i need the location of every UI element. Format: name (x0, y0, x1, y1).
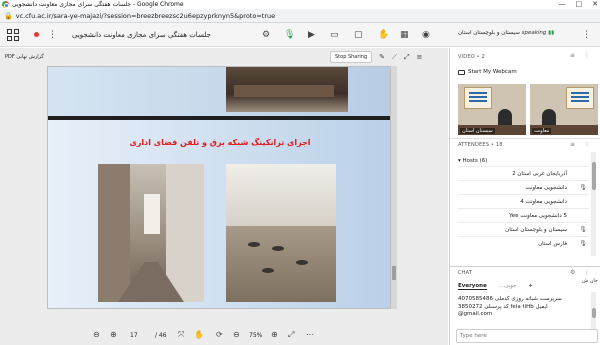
presentation-bottom-bar: ⊖ ⊕ 17 / 46 ⤧ ✋ ⟳ ⊖ 75% ⊕ ⤢ ⋯ (0, 325, 448, 345)
mic-icon: 🎙 (579, 240, 587, 247)
speaking-name: سیستان و بلوچستان استان (458, 30, 520, 36)
attendees-title: ATTENDEES • 18 (458, 142, 503, 148)
attendee-name: 5 دانشجویی معاونت Yee (509, 213, 567, 219)
chat-menu-icon[interactable]: ⋮ (584, 269, 590, 276)
window-controls: — □ ✕ (559, 0, 599, 9)
right-panel: VIDEO • 2 ≡ ⋮ Start My Webcam سیستان است… (449, 48, 600, 345)
attendee-row[interactable]: 5 دانشجویی معاونت Yee (458, 208, 589, 222)
hosts-group-label[interactable]: ▾ Hosts (6) (458, 158, 487, 164)
video-feed[interactable]: معاونت (530, 84, 598, 135)
chat-input[interactable] (456, 329, 598, 343)
pen-icon[interactable]: ✎ (379, 53, 385, 61)
chat-title: CHAT (458, 270, 473, 276)
screen-icon[interactable]: ▢ (354, 29, 363, 41)
person-icon[interactable]: ◉ (422, 29, 430, 41)
video-pod-title: VIDEO • 2 (458, 54, 485, 60)
maximize-button[interactable]: □ (576, 0, 583, 9)
tab-private[interactable]: جوبی... (499, 283, 517, 290)
chat-scrollbar[interactable] (591, 292, 596, 332)
more-icon[interactable]: ⋮ (48, 29, 57, 41)
mic-icon: 🎙 (579, 184, 587, 191)
pod-menu-icon[interactable]: ≡ (417, 53, 423, 61)
sync-icon[interactable]: ⟳ (216, 329, 223, 341)
address-bar[interactable]: 🔒 vc.cfu.ac.ir/sara-ye-majazi/?session=b… (0, 9, 600, 23)
chat-tabs: Everyone جوبی... + (458, 283, 533, 290)
video-feed-label: معاونت (532, 128, 552, 134)
attendee-name: سیستان و بلوچستان استان (505, 227, 567, 233)
attendees-list-icon[interactable]: ≡ (570, 141, 575, 148)
zoom-out-icon[interactable]: ⊖ (233, 329, 240, 341)
attendees-menu-icon[interactable]: ⋮ (584, 141, 590, 148)
share-icon[interactable]: ▭ (330, 29, 339, 41)
add-tab-button[interactable]: + (528, 283, 533, 290)
attendee-row[interactable]: دانشجویی معاونت 🎙 (458, 180, 589, 194)
menu-icon[interactable]: ⋮ (582, 29, 591, 41)
chrome-icon (2, 1, 9, 8)
attendee-row[interactable]: آذربایجان غربی استان 2 (458, 166, 589, 180)
meeting-title: جلسات هفتگی سرای مجازی معاونت دانشجویی (72, 31, 211, 39)
prev-page-icon[interactable]: ⊖ (93, 329, 100, 341)
start-webcam-label: Start My Webcam (468, 69, 517, 75)
attendee-row[interactable]: فارس استان 🎙 (458, 236, 589, 250)
attendees-scrollbar[interactable] (591, 152, 596, 256)
presentation-file-label: PDF گزارش نهایی (5, 54, 44, 60)
chat-settings-icon[interactable]: ⚙ (570, 269, 575, 276)
corridor-photo (98, 164, 204, 302)
zoom-level[interactable]: 75% (249, 332, 262, 339)
highlighter-icon[interactable]: ⟋ (392, 53, 397, 62)
video-pod-collapse-icon[interactable]: ≡ (570, 52, 575, 59)
attendees-header: ATTENDEES • 18 ≡ ⋮ (450, 138, 600, 150)
attendee-name: آذربایجان غربی استان 2 (512, 171, 567, 177)
attendee-name: دانشجویی معاونت (525, 185, 567, 191)
meeting-toolbar: ⋮ جلسات هفتگی سرای مجازی معاونت دانشجویی… (0, 23, 600, 47)
webcam-icon (458, 69, 465, 75)
room-photo (226, 164, 336, 302)
close-button[interactable]: ✕ (592, 0, 598, 9)
presentation-tools: Stop Sharing ✎ ⟋ ⤢ ≡ (330, 51, 422, 63)
fit-icon[interactable]: ⤧ (178, 329, 184, 341)
browser-title-bar: جلسات هفتگی سرای مجازی معاونت دانشجویی -… (0, 0, 600, 9)
video-icon[interactable]: ▶ (308, 29, 315, 41)
attendee-name: دانشجویی معاونت 4 (520, 199, 567, 205)
fullscreen-icon[interactable]: ⤢ (404, 53, 410, 62)
stop-sharing-button[interactable]: Stop Sharing (330, 51, 373, 63)
start-webcam-button[interactable]: Start My Webcam (458, 69, 517, 75)
attendee-row[interactable]: دانشجویی معاونت 4 (458, 194, 589, 208)
video-pod-menu-icon[interactable]: ⋮ (584, 52, 590, 59)
layout-icon[interactable]: ▦ (400, 29, 409, 41)
grid-icon[interactable] (6, 28, 20, 42)
slide-viewer[interactable]: اجرای ترانکینگ شبکه برق و تلفن فضای ادار… (47, 66, 391, 309)
attendee-name: فارس استان (538, 241, 567, 247)
lock-icon[interactable]: 🔒 (4, 12, 13, 20)
video-feeds: سیستان استان معاونت (458, 84, 599, 135)
attendee-row[interactable]: سیستان و بلوچستان استان 🎙 (458, 222, 589, 236)
mic-icon[interactable]: 🎙 (284, 29, 295, 41)
page-total: / 46 (155, 332, 167, 339)
pan-hand-icon[interactable]: ✋ (194, 329, 204, 341)
expand-icon[interactable]: ⤢ (288, 329, 294, 341)
video-feed[interactable]: سیستان استان (458, 84, 526, 135)
zoom-in-icon[interactable]: ⊕ (271, 329, 278, 341)
speaking-label: speaking (521, 30, 547, 36)
slide-heading: اجرای ترانکینگ شبکه برق و تلفن فضای ادار… (129, 138, 311, 147)
chat-partial-text: جان ش (582, 278, 598, 284)
minimize-button[interactable]: — (559, 0, 566, 9)
chat-header: CHAT ⚙ ⋮ (450, 266, 600, 278)
record-icon[interactable] (34, 32, 39, 37)
window-title: جلسات هفتگی سرای مجازی معاونت دانشجویی -… (12, 1, 184, 8)
chat-message: سرپرست شبانه روزی کدملی 4070585486 کد پر… (458, 296, 562, 317)
presentation-more-icon[interactable]: ⋯ (306, 329, 314, 341)
settings-icon[interactable]: ⚙ (262, 29, 270, 41)
slide-scrollbar[interactable] (391, 66, 397, 309)
video-feed-label: سیستان استان (460, 128, 495, 134)
hand-icon[interactable]: ✋ (378, 29, 389, 41)
url-text[interactable]: vc.cfu.ac.ir/sara-ye-majazi/?session=bre… (16, 12, 275, 20)
page-number-input[interactable]: 17 (130, 332, 138, 339)
tab-everyone[interactable]: Everyone (458, 283, 487, 290)
mic-icon: 🎙 (579, 226, 587, 233)
previous-slide-photo (226, 67, 348, 112)
speaking-indicator: سیستان و بلوچستان استان speaking ▮▮ (458, 30, 555, 36)
next-page-icon[interactable]: ⊕ (110, 329, 117, 341)
